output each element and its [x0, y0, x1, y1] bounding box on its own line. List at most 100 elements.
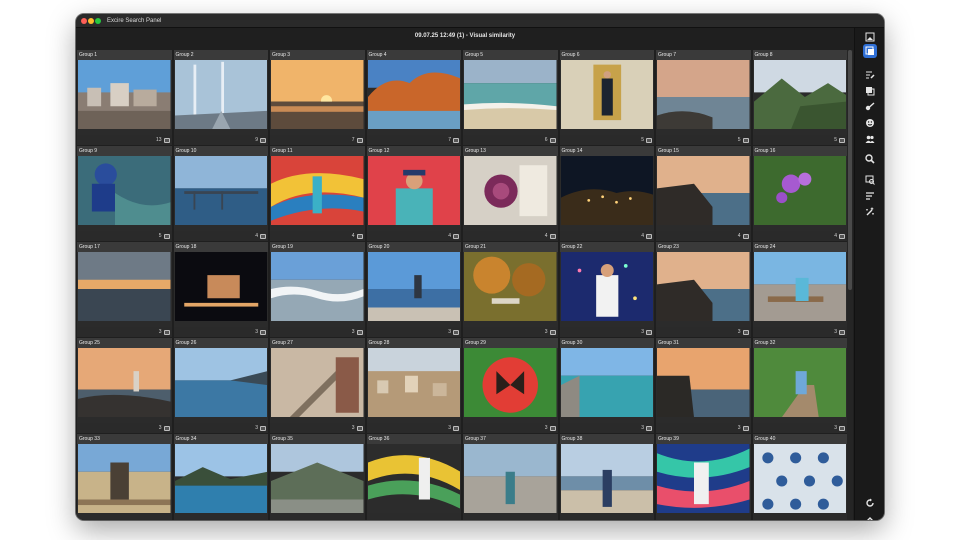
- image-stack-icon[interactable]: [163, 234, 170, 239]
- image-stack-icon[interactable]: [163, 330, 170, 335]
- group-thumbnail[interactable]: [753, 444, 846, 519]
- image-stack-icon[interactable]: [356, 234, 363, 239]
- group-cell[interactable]: Group 1 13: [77, 50, 172, 145]
- group-cell[interactable]: Group 25 3: [77, 338, 172, 433]
- search-tool[interactable]: [863, 152, 877, 166]
- title-bar[interactable]: Excire Search Panel: [76, 14, 884, 28]
- group-thumbnail[interactable]: [464, 348, 557, 423]
- group-thumbnail[interactable]: [753, 156, 846, 231]
- keywords-tool[interactable]: [863, 68, 877, 82]
- group-cell[interactable]: Group 26 3: [173, 338, 268, 433]
- group-cell[interactable]: Group 35: [270, 434, 365, 520]
- sort-tool[interactable]: [863, 189, 877, 203]
- similar-tool[interactable]: [863, 173, 877, 187]
- image-stack-icon[interactable]: [163, 138, 170, 143]
- group-thumbnail[interactable]: [753, 348, 846, 423]
- group-cell[interactable]: Group 14 4: [559, 146, 654, 241]
- group-cell[interactable]: Group 11 4: [270, 146, 365, 241]
- group-cell[interactable]: Group 13 4: [463, 146, 558, 241]
- group-cell[interactable]: Group 12 4: [366, 146, 461, 241]
- group-thumbnail[interactable]: [271, 444, 364, 519]
- image-stack-icon[interactable]: [839, 234, 845, 239]
- image-stack-icon[interactable]: [549, 330, 556, 335]
- group-cell[interactable]: Group 15 4: [656, 146, 751, 241]
- group-thumbnail[interactable]: [657, 60, 750, 135]
- group-cell[interactable]: Group 3 7: [270, 50, 365, 145]
- group-thumbnail[interactable]: [657, 156, 750, 231]
- group-cell[interactable]: Group 4 7: [366, 50, 461, 145]
- image-stack-icon[interactable]: [260, 330, 266, 335]
- group-thumbnail[interactable]: [560, 444, 653, 519]
- scrollbar-thumb[interactable]: [848, 50, 852, 290]
- group-cell[interactable]: Group 40: [752, 434, 847, 520]
- image-stack-icon[interactable]: [549, 426, 556, 431]
- group-thumbnail[interactable]: [560, 252, 653, 327]
- group-cell[interactable]: Group 29 3: [463, 338, 558, 433]
- people-tool[interactable]: [863, 132, 877, 146]
- group-thumbnail[interactable]: [657, 252, 750, 327]
- group-cell[interactable]: Group 39: [656, 434, 751, 520]
- group-cell[interactable]: Group 21 3: [463, 242, 558, 337]
- group-thumbnail[interactable]: [174, 348, 267, 423]
- group-cell[interactable]: Group 33: [77, 434, 172, 520]
- image-stack-icon[interactable]: [549, 234, 556, 239]
- group-thumbnail[interactable]: [657, 444, 750, 519]
- group-thumbnail[interactable]: [174, 156, 267, 231]
- image-stack-icon[interactable]: [453, 234, 459, 239]
- image-stack-icon[interactable]: [453, 426, 459, 431]
- refresh-tool[interactable]: [863, 496, 877, 510]
- group-thumbnail[interactable]: [560, 156, 653, 231]
- image-stack-icon[interactable]: [742, 426, 749, 431]
- image-stack-icon[interactable]: [453, 330, 459, 335]
- group-thumbnail[interactable]: [78, 60, 171, 135]
- group-cell[interactable]: Group 38: [559, 434, 654, 520]
- group-thumbnail[interactable]: [271, 60, 364, 135]
- image-stack-icon[interactable]: [839, 138, 845, 143]
- image-stack-icon[interactable]: [742, 138, 749, 143]
- group-thumbnail[interactable]: [271, 156, 364, 231]
- group-thumbnail[interactable]: [464, 60, 557, 135]
- group-cell[interactable]: Group 23 3: [656, 242, 751, 337]
- group-cell[interactable]: Group 31 3: [656, 338, 751, 433]
- maximize-window-button[interactable]: [95, 18, 101, 24]
- image-stack-icon[interactable]: [260, 138, 266, 143]
- group-cell[interactable]: Group 17 3: [77, 242, 172, 337]
- collapse-tool[interactable]: [863, 512, 877, 520]
- group-thumbnail[interactable]: [174, 252, 267, 327]
- group-cell[interactable]: Group 16 4: [752, 146, 847, 241]
- image-stack-icon[interactable]: [163, 426, 170, 431]
- image-stack-icon[interactable]: [646, 330, 652, 335]
- group-cell[interactable]: Group 20 3: [366, 242, 461, 337]
- group-cell[interactable]: Group 9 5: [77, 146, 172, 241]
- group-thumbnail[interactable]: [464, 444, 557, 519]
- group-cell[interactable]: Group 34: [173, 434, 268, 520]
- keyword-search-tool[interactable]: [863, 100, 877, 114]
- group-cell[interactable]: Group 2 9: [173, 50, 268, 145]
- group-cell[interactable]: Group 36: [366, 434, 461, 520]
- group-cell[interactable]: Group 10 4: [173, 146, 268, 241]
- group-thumbnail[interactable]: [753, 252, 846, 327]
- group-cell[interactable]: Group 32 3: [752, 338, 847, 433]
- duplicates-tool[interactable]: [863, 84, 877, 98]
- group-cell[interactable]: Group 7 5: [656, 50, 751, 145]
- group-thumbnail[interactable]: [464, 156, 557, 231]
- group-cell[interactable]: Group 30 3: [559, 338, 654, 433]
- group-cell[interactable]: Group 8 5: [752, 50, 847, 145]
- group-cell[interactable]: Group 18 3: [173, 242, 268, 337]
- group-thumbnail[interactable]: [78, 444, 171, 519]
- image-stack-icon[interactable]: [646, 138, 652, 143]
- group-thumbnail[interactable]: [78, 348, 171, 423]
- group-thumbnail[interactable]: [560, 60, 653, 135]
- group-thumbnail[interactable]: [271, 348, 364, 423]
- group-thumbnail[interactable]: [78, 156, 171, 231]
- group-thumbnail[interactable]: [753, 60, 846, 135]
- group-thumbnail[interactable]: [367, 156, 460, 231]
- ai-tool[interactable]: [863, 205, 877, 219]
- image-stack-icon[interactable]: [839, 426, 845, 431]
- image-stack-icon[interactable]: [260, 426, 266, 431]
- group-cell[interactable]: Group 28 3: [366, 338, 461, 433]
- group-thumbnail[interactable]: [464, 252, 557, 327]
- group-thumbnail[interactable]: [271, 252, 364, 327]
- group-cell[interactable]: Group 27 3: [270, 338, 365, 433]
- group-cell[interactable]: Group 5 6: [463, 50, 558, 145]
